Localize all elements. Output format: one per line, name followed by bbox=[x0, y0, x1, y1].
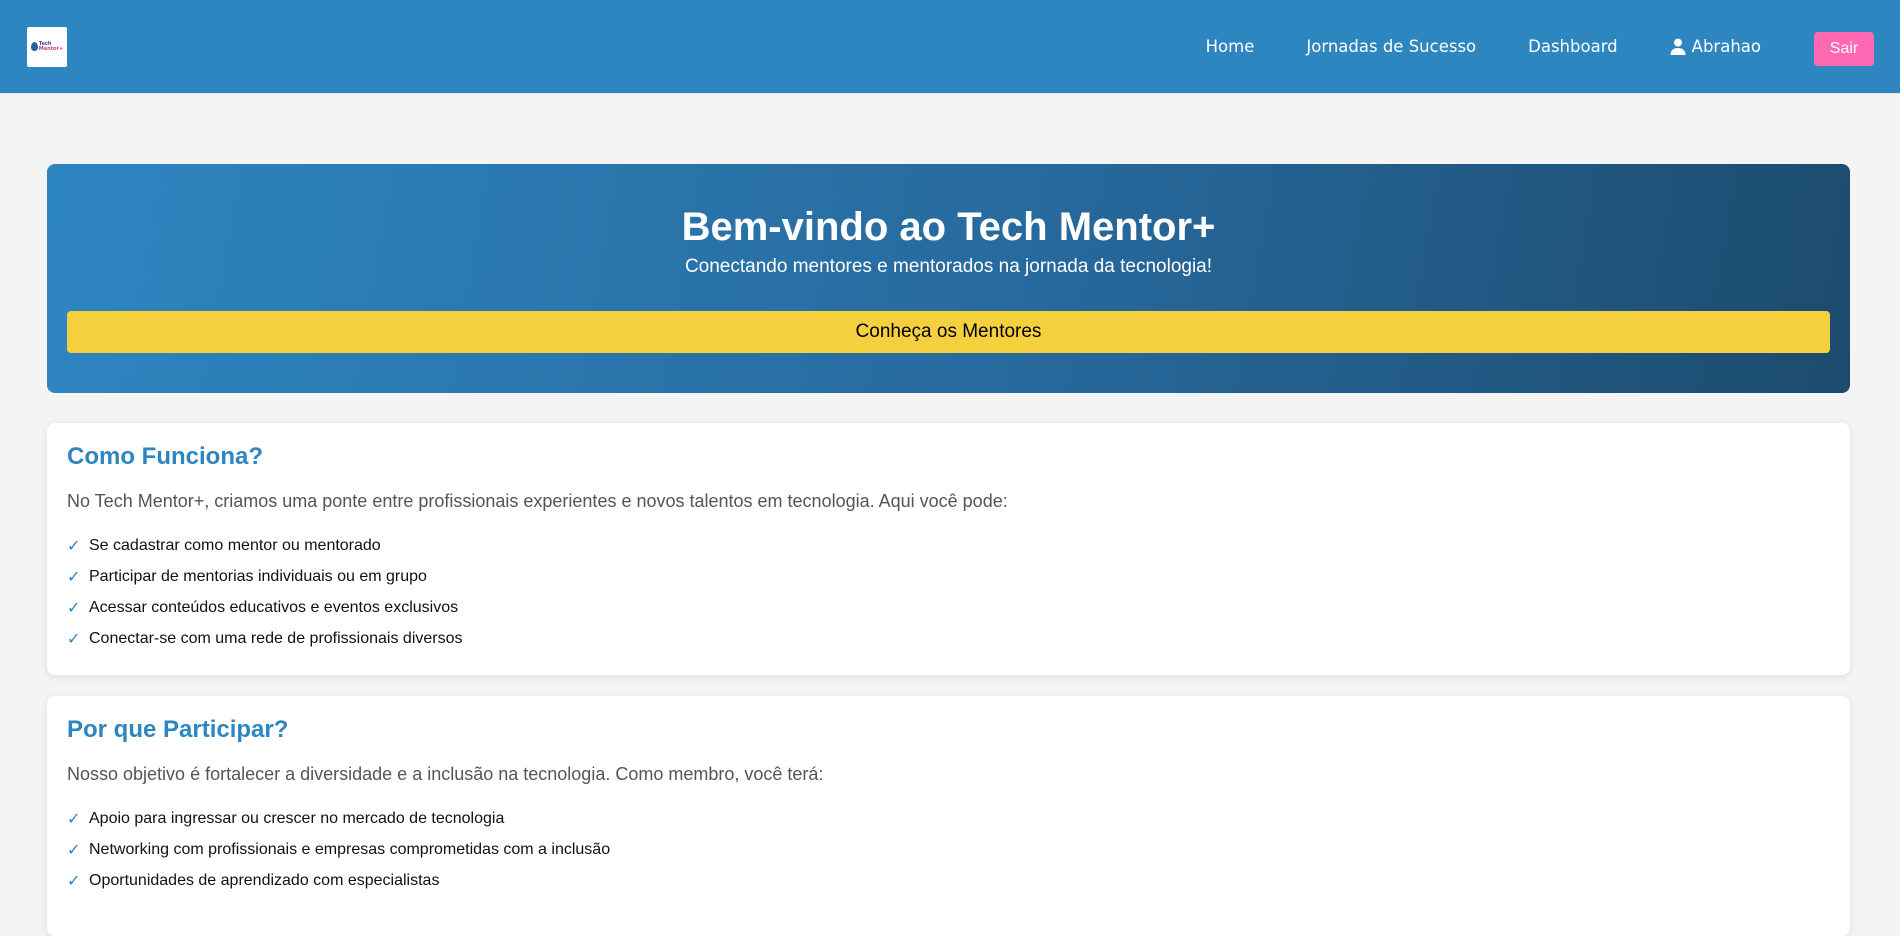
logo-wordmark: Tech Mentor+ bbox=[38, 41, 64, 52]
list-item: ✓ Oportunidades de aprendizado com espec… bbox=[67, 865, 1830, 896]
hero-subtitle: Conectando mentores e mentorados na jorn… bbox=[684, 256, 1213, 277]
nav-link-user-profile[interactable]: Abrahao bbox=[1670, 37, 1761, 56]
check-icon: ✓ bbox=[67, 871, 81, 890]
how-it-works-title: Como Funciona? bbox=[67, 443, 263, 470]
how-it-works-list: ✓ Se cadastrar como mentor ou mentorado … bbox=[67, 530, 1830, 654]
logo-line2: Mentor+ bbox=[38, 45, 64, 52]
why-participate-intro: Nosso objetivo é fortalecer a diversidad… bbox=[67, 764, 824, 784]
nav-link-home[interactable]: Home bbox=[1206, 37, 1255, 56]
check-icon: ✓ bbox=[67, 536, 81, 555]
nav-link-jornadas[interactable]: Jornadas de Sucesso bbox=[1306, 37, 1476, 56]
how-it-works-card: Como Funciona? No Tech Mentor+, criamos … bbox=[47, 423, 1850, 675]
why-participate-list: ✓ Apoio para ingressar ou crescer no mer… bbox=[67, 803, 1830, 896]
list-item: ✓ Apoio para ingressar ou crescer no mer… bbox=[67, 803, 1830, 834]
list-item-text: Se cadastrar como mentor ou mentorado bbox=[89, 536, 381, 554]
why-participate-title: Por que Participar? bbox=[67, 716, 289, 743]
welcome-hero: Bem-vindo ao Tech Mentor+ Conectando men… bbox=[47, 164, 1850, 393]
logout-button[interactable]: Sair bbox=[1814, 32, 1874, 66]
check-icon: ✓ bbox=[67, 567, 81, 586]
top-navbar: Tech Mentor+ Home Jornadas de Sucesso Da… bbox=[0, 0, 1900, 94]
logo-drop-icon bbox=[30, 42, 38, 51]
check-icon: ✓ bbox=[67, 840, 81, 859]
list-item: ✓ Se cadastrar como mentor ou mentorado bbox=[67, 530, 1830, 561]
list-item-text: Oportunidades de aprendizado com especia… bbox=[89, 871, 440, 889]
list-item: ✓ Networking com profissionais e empresa… bbox=[67, 834, 1830, 865]
hero-title: Bem-vindo ao Tech Mentor+ bbox=[681, 205, 1216, 249]
list-item-text: Acessar conteúdos educativos e eventos e… bbox=[89, 598, 459, 616]
tech-mentor-logo[interactable]: Tech Mentor+ bbox=[27, 26, 67, 67]
check-icon: ✓ bbox=[67, 809, 81, 828]
check-icon: ✓ bbox=[67, 629, 81, 648]
list-item: ✓ Participar de mentorias individuais ou… bbox=[67, 561, 1830, 592]
list-item-text: Conectar-se com uma rede de profissionai… bbox=[89, 629, 463, 647]
user-name: Abrahao bbox=[1691, 37, 1761, 56]
meet-mentors-button[interactable]: Conheça os Mentores bbox=[67, 311, 1830, 353]
list-item-text: Apoio para ingressar ou crescer no merca… bbox=[89, 809, 505, 827]
nav-menu: Home Jornadas de Sucesso Dashboard Abrah… bbox=[1206, 27, 1874, 66]
nav-link-dashboard[interactable]: Dashboard bbox=[1528, 37, 1618, 56]
list-item-text: Networking com profissionais e empresas … bbox=[89, 840, 611, 858]
list-item: ✓ Conectar-se com uma rede de profission… bbox=[67, 623, 1830, 654]
user-icon bbox=[1670, 38, 1686, 55]
how-it-works-intro: No Tech Mentor+, criamos uma ponte entre… bbox=[67, 491, 1008, 511]
logo-mark: Tech Mentor+ bbox=[30, 41, 64, 52]
list-item: ✓ Acessar conteúdos educativos e eventos… bbox=[67, 592, 1830, 623]
list-item-text: Participar de mentorias individuais ou e… bbox=[89, 567, 427, 585]
check-icon: ✓ bbox=[67, 598, 81, 617]
why-participate-card: Por que Participar? Nosso objetivo é for… bbox=[47, 696, 1850, 936]
